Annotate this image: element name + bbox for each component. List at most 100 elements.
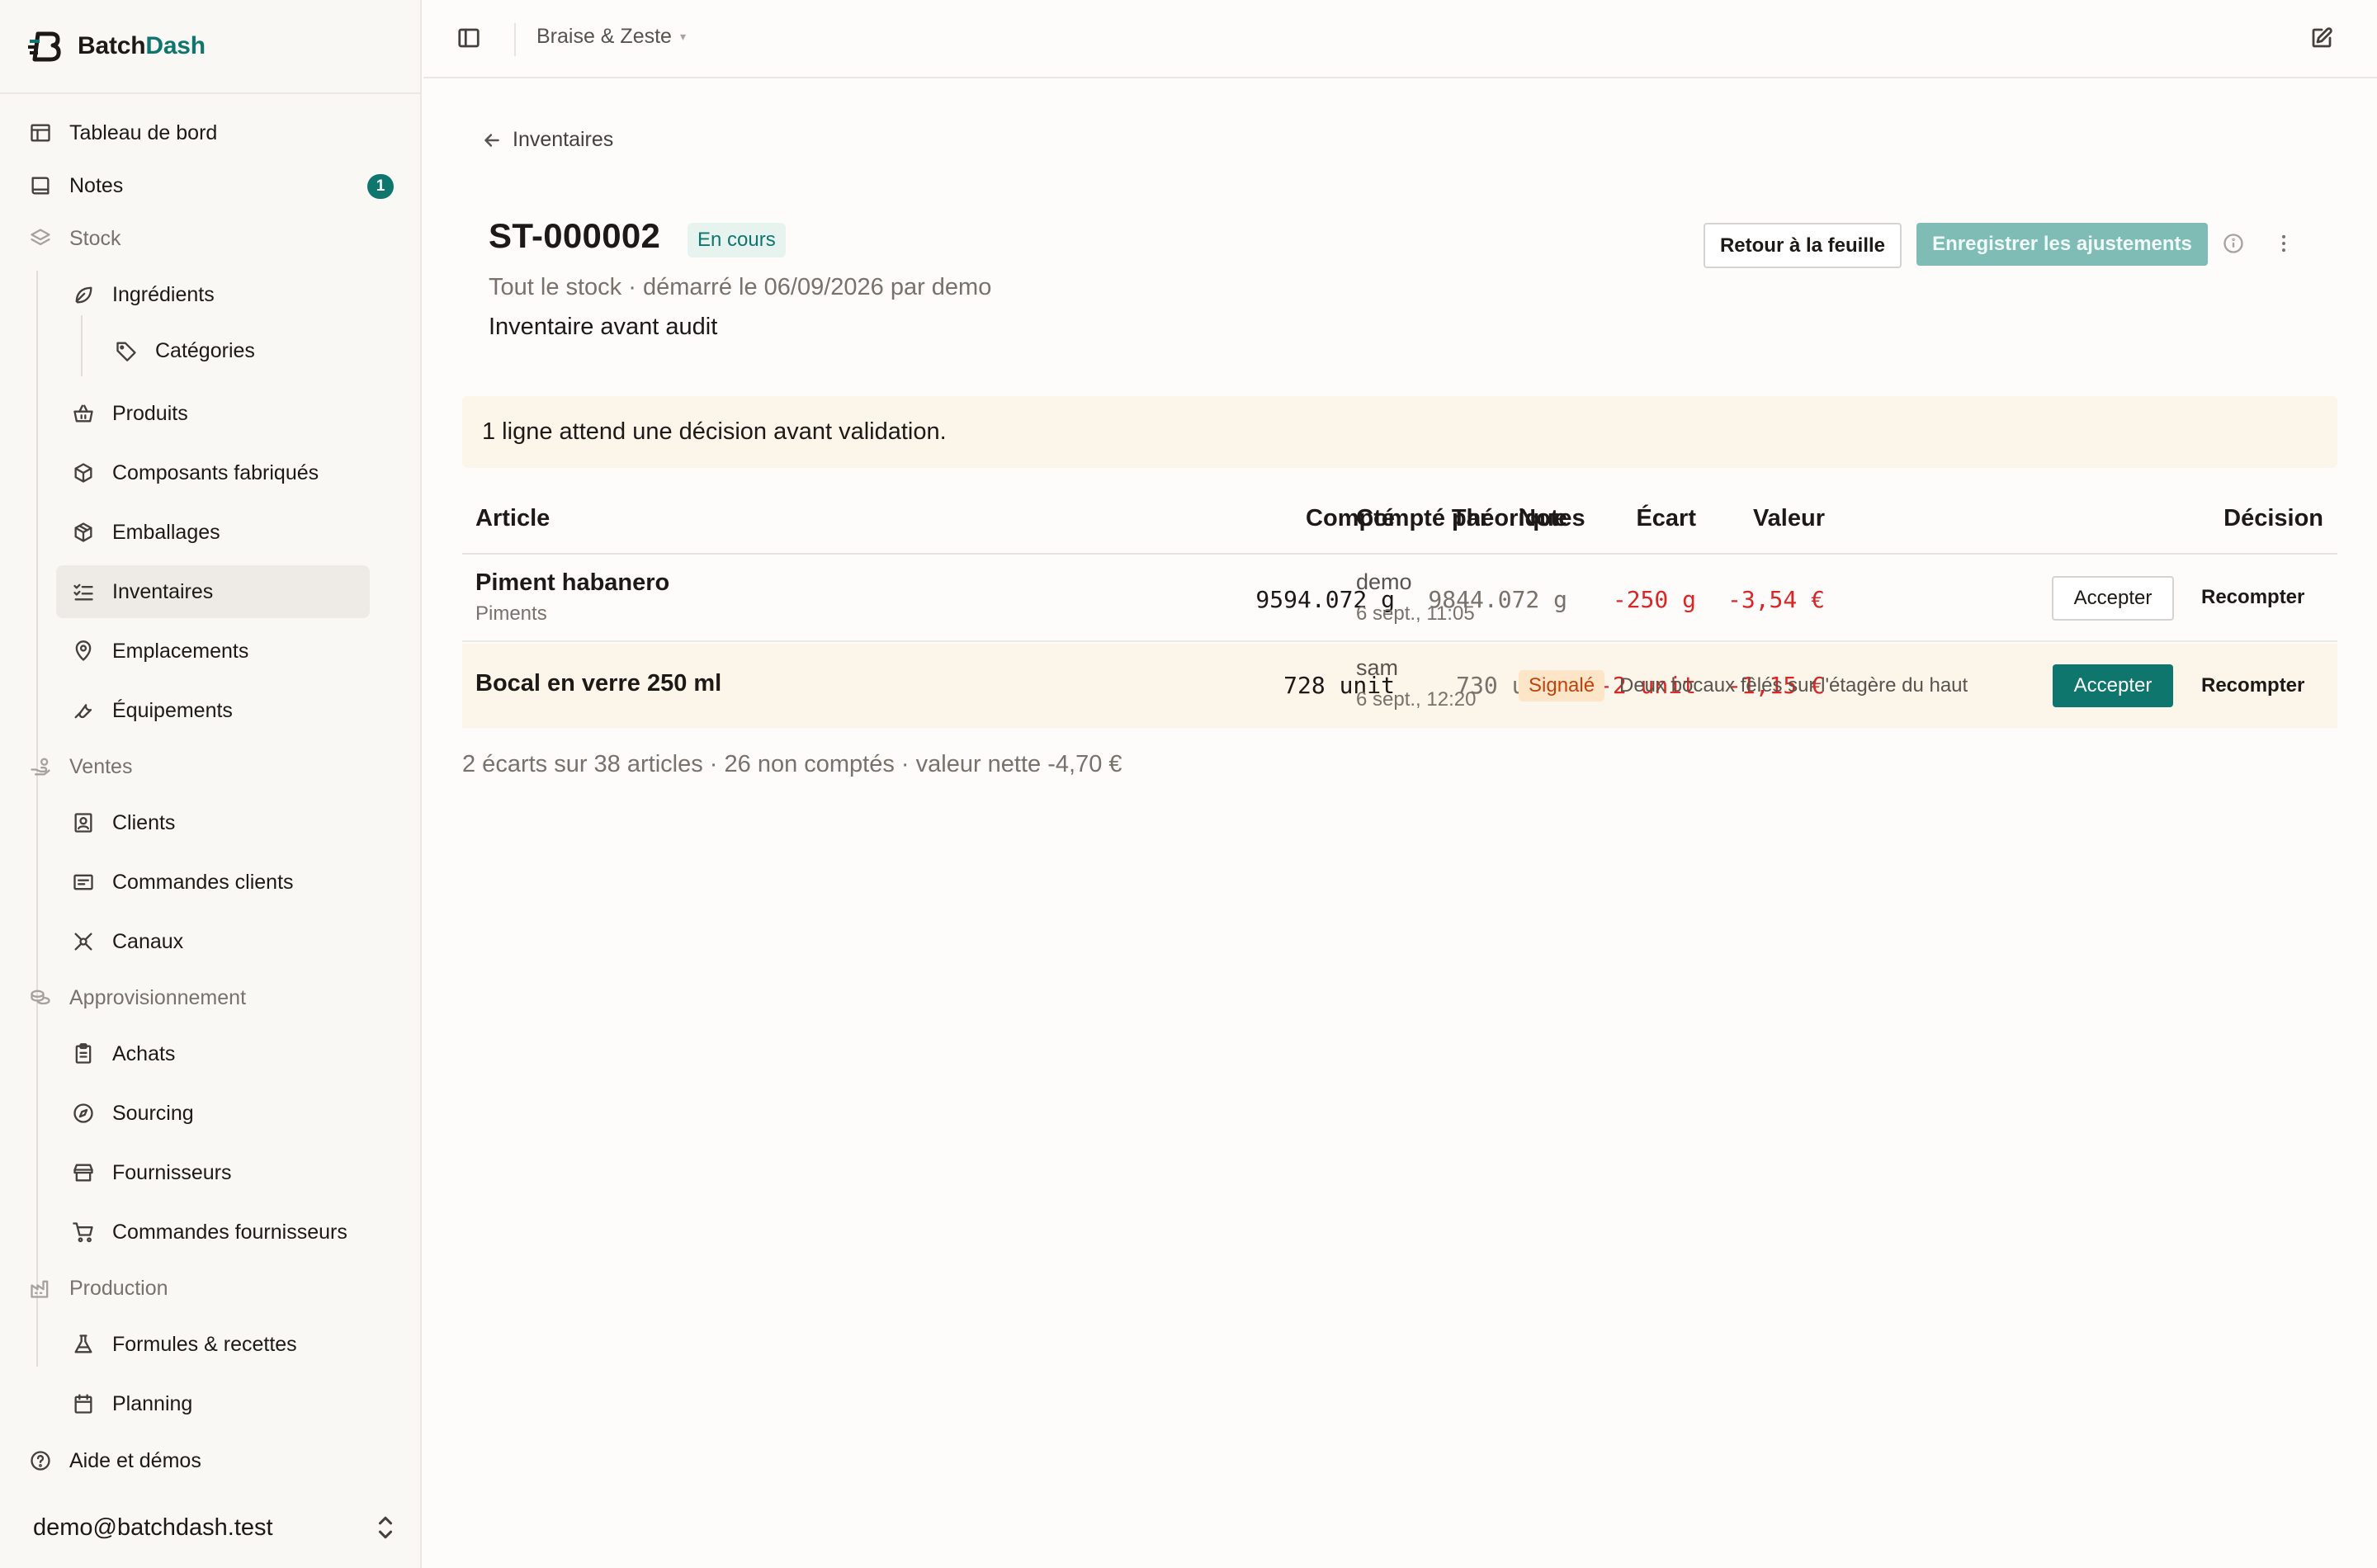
user-menu[interactable]: demo@batchdash.test	[33, 1507, 396, 1548]
back-to-sheet-button[interactable]: Retour à la feuille	[1704, 223, 1902, 268]
variance-value: -3,54 €	[1727, 586, 1825, 613]
sidebar-item-help[interactable]: Aide et démos	[28, 1436, 201, 1485]
tag-icon	[114, 338, 139, 363]
sidebar-item-planning[interactable]: Planning	[71, 1379, 192, 1429]
variance-qty: -250 g	[1612, 586, 1696, 613]
sidebar-toggle-button[interactable]	[456, 26, 483, 52]
sidebar: BatchDash Tableau de bord Notes 1 Stock …	[0, 0, 422, 1568]
compass-icon	[71, 1101, 96, 1126]
sidebar-item-clients[interactable]: Clients	[71, 798, 175, 848]
list-checks-icon	[71, 579, 96, 604]
back-link-label: Inventaires	[513, 128, 614, 151]
pending-decision-alert: 1 ligne attend une décision avant valida…	[462, 396, 2337, 468]
sidebar-item-recipes[interactable]: Formules & recettes	[71, 1320, 297, 1369]
coins-icon	[28, 985, 53, 1010]
col-variance[interactable]: Écart	[1636, 505, 1696, 532]
sidebar-item-label: Catégories	[155, 338, 255, 362]
sidebar-item-dashboard[interactable]: Tableau de bord	[28, 108, 217, 158]
item-name[interactable]: Piment habanero	[475, 569, 669, 597]
info-button[interactable]	[2222, 232, 2245, 255]
package-icon	[71, 520, 96, 545]
sidebar-item-supplier-orders[interactable]: Commandes fournisseurs	[71, 1207, 347, 1257]
sidebar-item-locations[interactable]: Emplacements	[71, 626, 248, 676]
sidebar-item-notes[interactable]: Notes	[28, 161, 123, 210]
col-notes[interactable]: Notes	[1519, 505, 1585, 532]
back-to-inventories-link[interactable]: Inventaires	[481, 128, 613, 152]
new-note-button[interactable]	[2309, 26, 2336, 52]
batchdash-logo-icon	[28, 31, 61, 62]
page-description: Inventaire avant audit	[489, 314, 718, 340]
chevrons-up-down-icon	[378, 1516, 393, 1539]
help-circle-icon	[28, 1448, 53, 1473]
caret-down-icon: ▾	[679, 30, 686, 43]
col-value[interactable]: Valeur	[1753, 505, 1825, 532]
sidebar-item-equipment[interactable]: Équipements	[71, 686, 233, 735]
counted-at: 6 sept., 11:05	[1356, 602, 1475, 625]
sidebar-item-packaging[interactable]: Emballages	[71, 508, 220, 557]
receipt-icon	[71, 870, 96, 895]
shopping-cart-icon	[71, 1220, 96, 1244]
leaf-icon	[71, 282, 96, 307]
sidebar-section-stock[interactable]: Stock	[28, 214, 121, 263]
flask-icon	[71, 1332, 96, 1357]
sidebar-item-inventories[interactable]: Inventaires	[71, 567, 213, 616]
sidebar-item-suppliers[interactable]: Fournisseurs	[71, 1148, 232, 1197]
sidebar-section-label: Production	[69, 1276, 168, 1300]
sidebar-item-sourcing[interactable]: Sourcing	[71, 1089, 194, 1138]
save-adjustments-button[interactable]: Enregistrer les ajustements	[1916, 223, 2208, 266]
sidebar-item-products[interactable]: Produits	[71, 389, 188, 438]
ingredients-tree-line	[81, 315, 83, 376]
recount-button[interactable]: Recompter	[2201, 674, 2304, 697]
sidebar-section-label: Stock	[69, 226, 121, 250]
sidebar-item-label: Formules & recettes	[112, 1332, 297, 1356]
user-email: demo@batchdash.test	[33, 1514, 273, 1541]
wrench-icon	[71, 698, 96, 723]
item-name[interactable]: Bocal en verre 250 ml	[475, 670, 721, 697]
sidebar-item-client-orders[interactable]: Commandes clients	[71, 857, 294, 907]
store-icon	[71, 1160, 96, 1185]
counted-by-user: sam	[1356, 655, 1399, 680]
satellite-icon	[71, 929, 96, 954]
inventory-summary: 2 écarts sur 38 articles · 26 non compté…	[462, 751, 1122, 777]
sidebar-section-sales[interactable]: Ventes	[28, 742, 132, 791]
sidebar-item-ingredients[interactable]: Ingrédients	[71, 270, 215, 319]
sidebar-item-label: Emplacements	[112, 639, 249, 663]
sidebar-item-label: Fournisseurs	[112, 1160, 232, 1184]
alert-text: 1 ligne attend une décision avant valida…	[482, 418, 947, 445]
page-subtitle: Tout le stock · démarré le 06/09/2026 pa…	[489, 274, 992, 300]
map-pin-icon	[71, 639, 96, 664]
col-counted-by[interactable]: Compté par	[1356, 505, 1489, 532]
recount-button[interactable]: Recompter	[2201, 586, 2304, 609]
accept-button[interactable]: Accepter	[2052, 576, 2174, 621]
sidebar-section-supply[interactable]: Approvisionnement	[28, 973, 246, 1023]
sidebar-item-label: Aide et démos	[69, 1448, 201, 1472]
workspace-selector[interactable]: Braise & Zeste ▾	[536, 25, 686, 49]
more-vertical-icon	[2282, 234, 2285, 253]
sidebar-item-components[interactable]: Composants fabriqués	[71, 448, 319, 498]
brand[interactable]: BatchDash	[28, 25, 206, 68]
notebook-icon	[28, 173, 53, 198]
notes-count-badge: 1	[367, 174, 394, 199]
more-actions-button[interactable]	[2272, 232, 2295, 255]
sidebar-item-label: Clients	[112, 810, 176, 834]
sidebar-item-categories[interactable]: Catégories	[114, 326, 255, 375]
sidebar-item-label: Planning	[112, 1391, 193, 1415]
brand-name-part1: Batch	[78, 32, 146, 59]
sidebar-section-label: Approvisionnement	[69, 985, 247, 1009]
sidebar-item-label: Canaux	[112, 929, 184, 953]
col-article[interactable]: Article	[475, 505, 550, 532]
sidebar-item-label: Équipements	[112, 698, 233, 722]
sidebar-section-label: Ventes	[69, 754, 133, 778]
info-icon	[2223, 234, 2243, 253]
sidebar-item-label: Ingrédients	[112, 282, 215, 306]
col-decision[interactable]: Décision	[2223, 505, 2323, 532]
accept-button[interactable]: Accepter	[2053, 664, 2173, 707]
sidebar-item-purchases[interactable]: Achats	[71, 1029, 175, 1079]
arrow-left-icon	[484, 133, 499, 147]
counted-at: 6 sept., 12:20	[1356, 688, 1477, 711]
sidebar-item-label: Tableau de bord	[69, 120, 218, 144]
sidebar-section-production[interactable]: Production	[28, 1263, 168, 1313]
square-pen-icon	[2312, 27, 2332, 48]
sidebar-divider	[0, 92, 420, 94]
sidebar-item-channels[interactable]: Canaux	[71, 917, 183, 966]
